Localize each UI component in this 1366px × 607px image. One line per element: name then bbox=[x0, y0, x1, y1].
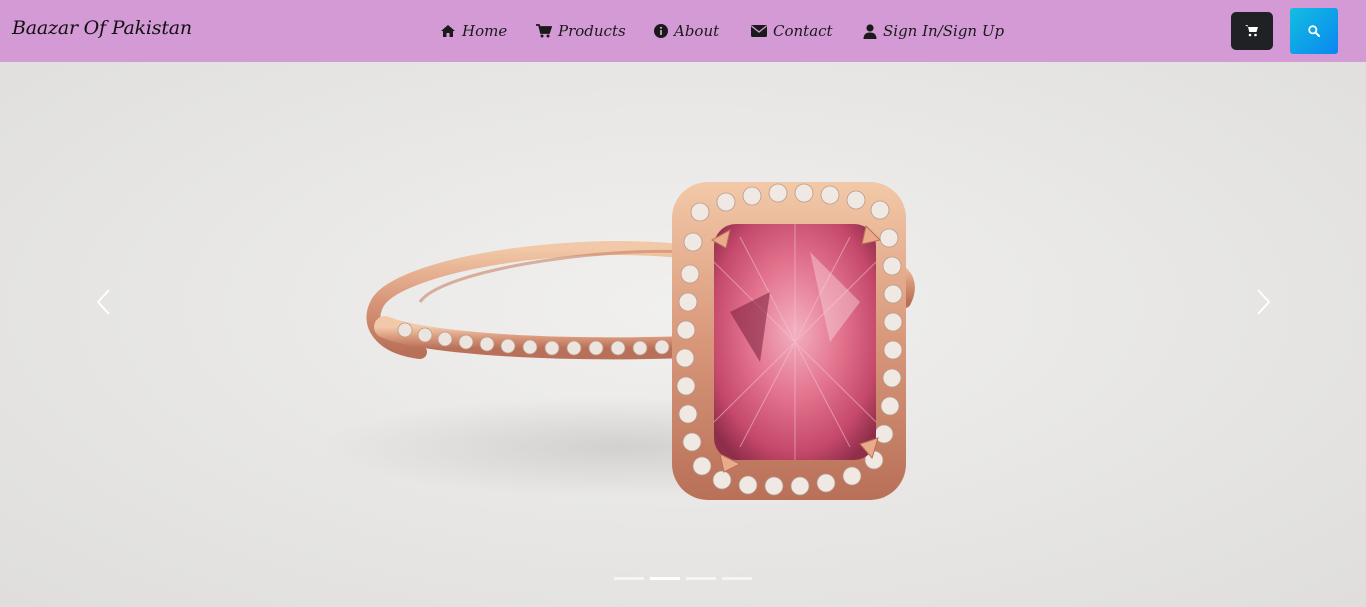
nav-about-label: About bbox=[674, 22, 720, 40]
nav-contact[interactable]: Contact bbox=[751, 20, 833, 42]
info-icon bbox=[654, 24, 668, 38]
nav-about[interactable]: About bbox=[654, 20, 719, 42]
ring-image bbox=[320, 182, 920, 500]
nav-signin-label: Sign In/Sign Up bbox=[883, 22, 1005, 40]
nav-home[interactable]: Home bbox=[440, 20, 507, 42]
carousel-indicator-2[interactable] bbox=[650, 577, 680, 580]
hero-carousel bbox=[0, 62, 1366, 607]
nav-products-label: Products bbox=[558, 22, 626, 40]
nav-signin[interactable]: Sign In/Sign Up bbox=[863, 20, 1004, 42]
chevron-right-icon bbox=[1256, 288, 1272, 320]
brand-logo[interactable]: Baazar Of Pakistan bbox=[12, 17, 192, 39]
carousel-indicator-1[interactable] bbox=[614, 577, 644, 580]
nav-products[interactable]: Products bbox=[536, 20, 626, 42]
chevron-left-icon bbox=[95, 288, 111, 320]
search-icon bbox=[1308, 22, 1320, 41]
navbar: Baazar Of Pakistan Home Products About C… bbox=[0, 0, 1366, 62]
envelope-icon bbox=[751, 25, 767, 37]
carousel-indicators bbox=[614, 577, 752, 580]
carousel-prev-button[interactable] bbox=[88, 288, 118, 320]
search-button[interactable] bbox=[1290, 8, 1338, 54]
cart-icon bbox=[1245, 22, 1259, 41]
carousel-indicator-3[interactable] bbox=[686, 577, 716, 580]
nav-contact-label: Contact bbox=[773, 22, 833, 40]
home-icon bbox=[440, 24, 456, 38]
nav-home-label: Home bbox=[462, 22, 508, 40]
user-icon bbox=[863, 23, 877, 39]
cart-icon bbox=[536, 24, 552, 38]
carousel-indicator-4[interactable] bbox=[722, 577, 752, 580]
cart-button[interactable] bbox=[1231, 12, 1273, 50]
carousel-next-button[interactable] bbox=[1249, 288, 1279, 320]
